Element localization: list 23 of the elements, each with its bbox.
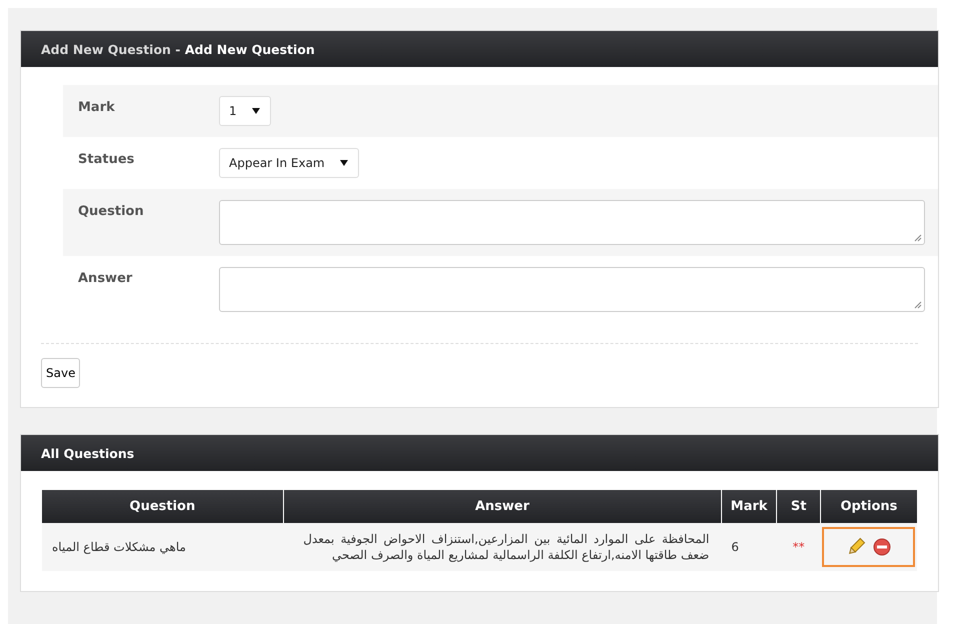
caret-icon (338, 159, 349, 167)
select-field[interactable]: 1 (219, 96, 271, 126)
column-header: Answer (283, 490, 722, 523)
column-header: Options (820, 490, 917, 523)
select-field[interactable]: Appear In Exam (219, 148, 359, 178)
field-label: Question (78, 203, 145, 219)
delete-icon[interactable] (872, 537, 892, 557)
field-label: Mark (78, 99, 116, 115)
column-header: St (776, 490, 820, 523)
save-button[interactable]: Save (41, 358, 80, 388)
table-cell: 6 (721, 523, 777, 571)
caret-icon (250, 107, 261, 115)
column-header: Question (42, 490, 284, 523)
resize-grip-icon[interactable] (913, 300, 922, 309)
table-cell: ماهي مشكلات قطاع المياه (42, 523, 284, 571)
panel-title: All Questions (41, 446, 134, 460)
table-cell: ** (776, 523, 820, 571)
field-label: Answer (78, 270, 134, 286)
field-label: Statues (78, 151, 136, 167)
resize-grip-icon[interactable] (913, 233, 922, 242)
panel-title: Add New Question - Add New Question (41, 42, 315, 56)
table-cell: المحافظة على الموارد المائية بين المزارعين,استنزاف الاحواض الجوفية بمعدل ضعف طاقتها الامنه,ارتفاع الكلفة الراسمالية لمشاريع المياة والصرف الصحي (283, 523, 722, 571)
column-header: Mark (721, 490, 777, 523)
